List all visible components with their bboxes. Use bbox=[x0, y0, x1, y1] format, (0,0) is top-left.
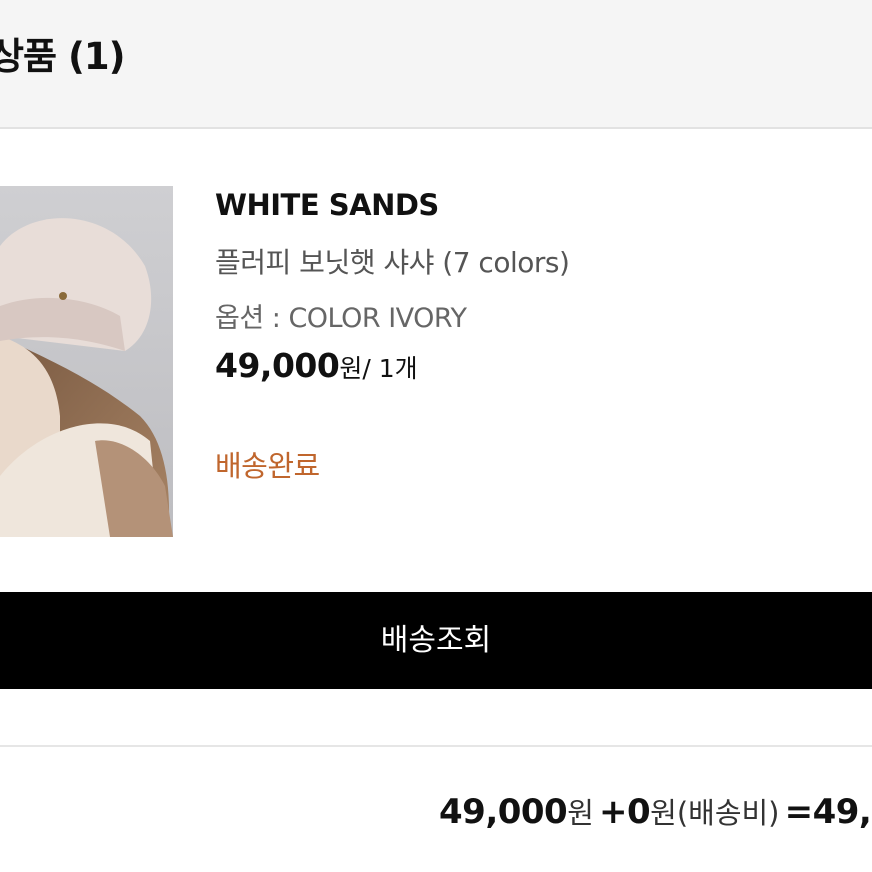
product-image[interactable] bbox=[0, 186, 173, 537]
page-header: 상품 (1) bbox=[0, 0, 872, 129]
delivery-status: 배송완료 bbox=[215, 449, 320, 483]
track-delivery-button[interactable]: 배송조회 bbox=[0, 592, 872, 689]
price-currency: 원 bbox=[339, 354, 363, 383]
order-total-summary: 49,000원 +0원(배송비) =49,0 bbox=[439, 790, 872, 832]
items-price: 49,000 bbox=[439, 792, 568, 832]
product-name[interactable]: 플러피 보닛햇 샤샤 (7 colors) bbox=[215, 241, 570, 281]
section-divider bbox=[0, 745, 872, 747]
product-quantity: / 1개 bbox=[362, 354, 418, 383]
shipping-fee: +0 bbox=[598, 792, 651, 832]
shipping-fee-label: 원(배송비) bbox=[650, 796, 780, 830]
product-price: 49,000 bbox=[215, 346, 340, 385]
items-price-currency: 원 bbox=[567, 796, 594, 830]
product-photo bbox=[0, 186, 173, 537]
product-option: 옵션 : COLOR IVORY bbox=[215, 303, 467, 334]
product-price-line: 49,000원/ 1개 bbox=[215, 346, 418, 385]
product-brand[interactable]: WHITE SANDS bbox=[215, 188, 439, 222]
total-price: =49,0 bbox=[784, 792, 872, 832]
page-title: 상품 (1) bbox=[0, 35, 126, 78]
